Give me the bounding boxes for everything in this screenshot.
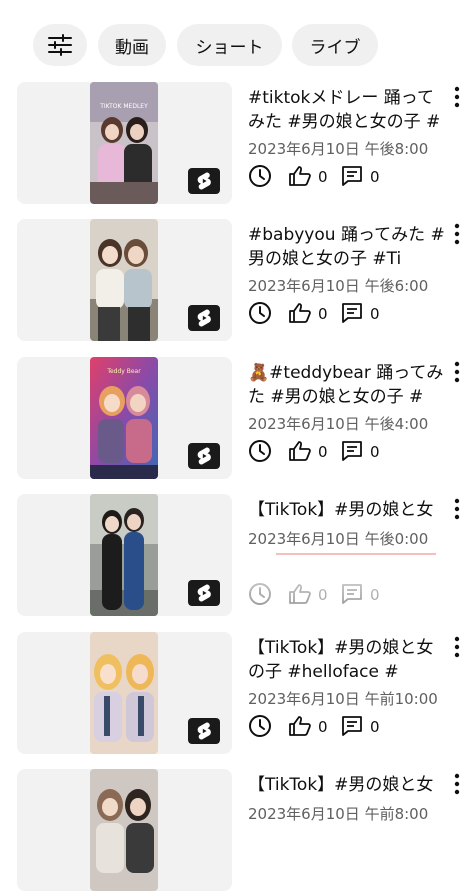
shorts-badge [188, 580, 220, 606]
video-title[interactable]: 【TikTok】#男の娘と女の [248, 773, 448, 797]
shorts-badge [188, 305, 220, 331]
more-vert-icon[interactable] [450, 636, 464, 658]
video-stats: 0 0 [248, 714, 448, 740]
video-thumbnail[interactable]: TIKTOK MEDLEY [90, 82, 158, 204]
more-vert-icon[interactable] [450, 223, 464, 245]
sliders-icon [48, 34, 72, 56]
video-date: 2023年6月10日 午前8:00 [248, 805, 429, 823]
shorts-logo-icon [197, 309, 211, 327]
video-date: 2023年6月10日 午前10:00 [248, 690, 438, 708]
comment-icon[interactable] [340, 582, 364, 606]
more-vert-icon[interactable] [450, 773, 464, 795]
video-date: 2023年6月10日 午後6:00 [248, 277, 429, 295]
chip-videos[interactable]: 動画 [98, 24, 166, 66]
more-vert-icon[interactable] [450, 86, 464, 108]
video-title[interactable]: #tiktokメドレー 踊ってみた #男の娘と女の子 #Ti [248, 86, 448, 134]
clock-icon[interactable] [248, 582, 272, 606]
filter-chip-bar: 動画 ショート ライブ [0, 0, 474, 80]
shorts-badge [188, 168, 220, 194]
shorts-badge [188, 718, 220, 744]
more-vert-icon[interactable] [450, 498, 464, 520]
video-thumbnail[interactable] [90, 494, 158, 616]
comment-count: 0 [370, 586, 380, 604]
like-count: 0 [318, 443, 328, 461]
video-card[interactable]: #babyyou 踊ってみた #男の娘と女の子 #Ti 2023年6月10日 午… [0, 219, 474, 345]
chip-live[interactable]: ライブ [292, 24, 378, 66]
thumbs-up-icon[interactable] [288, 439, 312, 463]
shorts-badge [188, 443, 220, 469]
render-artifact [276, 553, 436, 555]
comment-count: 0 [370, 168, 380, 186]
video-thumbnail[interactable] [90, 632, 158, 754]
comment-icon[interactable] [340, 301, 364, 325]
thumbs-up-icon[interactable] [288, 582, 312, 606]
video-stats: 0 0 [248, 439, 448, 465]
video-title[interactable]: 【TikTok】#男の娘と女の子 #helloface # [248, 636, 448, 684]
video-stats: 0 0 [248, 582, 448, 608]
thumbnail-caption: Teddy Bear [106, 368, 141, 375]
video-date: 2023年6月10日 午後4:00 [248, 415, 429, 433]
comment-icon[interactable] [340, 714, 364, 738]
comment-count: 0 [370, 305, 380, 323]
video-title[interactable]: 【TikTok】#男の娘と女の [248, 498, 448, 522]
shorts-logo-icon [197, 584, 211, 602]
clock-icon[interactable] [248, 164, 272, 188]
like-count: 0 [318, 168, 328, 186]
video-card[interactable]: 【TikTok】#男の娘と女の 2023年6月10日 午後0:00 0 0 [0, 494, 474, 620]
video-thumbnail[interactable] [90, 769, 158, 891]
like-count: 0 [318, 586, 328, 604]
video-card[interactable]: Teddy Bear 🧸#teddybear 踊ってみた #男の娘と女の子 # … [0, 357, 474, 483]
filter-settings-button[interactable] [33, 24, 87, 66]
video-card[interactable]: TIKTOK MEDLEY #tiktokメドレー 踊ってみた #男の娘と女の子… [0, 82, 474, 208]
video-card[interactable]: 【TikTok】#男の娘と女の子 #helloface # 2023年6月10日… [0, 632, 474, 758]
video-stats: 0 0 [248, 164, 448, 190]
shorts-logo-icon [197, 722, 211, 740]
shorts-logo-icon [197, 172, 211, 190]
like-count: 0 [318, 718, 328, 736]
video-card[interactable]: 【TikTok】#男の娘と女の 2023年6月10日 午前8:00 [0, 769, 474, 895]
clock-icon[interactable] [248, 714, 272, 738]
thumbs-up-icon[interactable] [288, 301, 312, 325]
chip-shorts[interactable]: ショート [177, 24, 282, 66]
comment-icon[interactable] [340, 439, 364, 463]
video-thumbnail[interactable] [90, 219, 158, 341]
like-count: 0 [318, 305, 328, 323]
comment-icon[interactable] [340, 164, 364, 188]
video-date: 2023年6月10日 午後8:00 [248, 140, 429, 158]
video-date: 2023年6月10日 午後0:00 [248, 530, 429, 548]
video-stats: 0 0 [248, 301, 448, 327]
clock-icon[interactable] [248, 301, 272, 325]
shorts-logo-icon [197, 447, 211, 465]
more-vert-icon[interactable] [450, 361, 464, 383]
video-thumbnail[interactable]: Teddy Bear [90, 357, 158, 479]
video-title[interactable]: #babyyou 踊ってみた #男の娘と女の子 #Ti [248, 223, 448, 271]
clock-icon[interactable] [248, 439, 272, 463]
video-title[interactable]: 🧸#teddybear 踊ってみた #男の娘と女の子 # [248, 361, 448, 409]
thumbs-up-icon[interactable] [288, 714, 312, 738]
thumbs-up-icon[interactable] [288, 164, 312, 188]
thumbnail-caption: TIKTOK MEDLEY [99, 103, 148, 110]
comment-count: 0 [370, 718, 380, 736]
comment-count: 0 [370, 443, 380, 461]
